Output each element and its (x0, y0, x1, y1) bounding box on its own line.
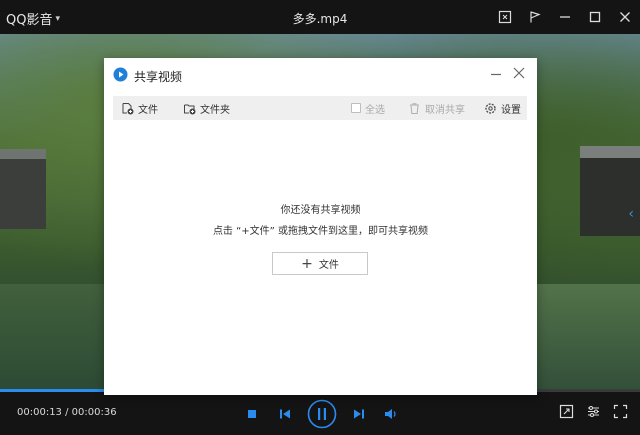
empty-state-hint: 点击 “+文件” 或拖拽文件到这里，即可共享视频 (212, 226, 429, 237)
close-button[interactable] (610, 0, 640, 34)
pin-icon (530, 11, 541, 23)
add-folder-tool-label: 文件夹 (200, 104, 230, 116)
fullscreen-icon (613, 404, 628, 419)
settings-button[interactable]: 设置 (484, 96, 521, 120)
transport-controls (240, 398, 406, 430)
cancel-share-label: 取消共享 (425, 104, 465, 116)
add-file-button[interactable]: + 文件 (272, 252, 368, 275)
video-frame-detail (537, 284, 640, 392)
next-button[interactable] (342, 399, 376, 429)
dialog-title: 共享视频 (134, 70, 183, 84)
sliders-icon (588, 406, 599, 417)
checkbox-icon (351, 103, 361, 113)
dialog-toolbar: 文件 文件夹 全选 取消共享 设置 (113, 96, 527, 120)
maximize-icon (589, 11, 601, 23)
maximize-button[interactable] (580, 0, 610, 34)
gear-icon (485, 102, 496, 114)
pause-icon (307, 399, 337, 429)
minimize-button[interactable] (550, 0, 580, 34)
total-time: 00:00:36 (71, 407, 117, 418)
share-video-dialog: 共享视频 文件 文件夹 全选 取消共享 设置 你还没有共享视频 点击 “+文件”… (104, 58, 537, 395)
window-controls (490, 0, 640, 34)
video-frame-detail (0, 149, 46, 229)
current-time: 00:00:13 (17, 407, 62, 418)
cancel-share-button[interactable]: 取消共享 (408, 96, 465, 120)
dialog-header: 共享视频 (104, 58, 537, 92)
empty-state-title: 你还没有共享视频 (280, 205, 361, 216)
extra-controls (559, 404, 628, 419)
volume-button[interactable] (376, 399, 406, 429)
settings-sliders-button[interactable] (586, 404, 601, 419)
time-display: 00:00:13 / 00:00:36 (17, 407, 117, 418)
add-file-icon (122, 102, 134, 114)
side-panel-arrow-icon[interactable]: ‹ (628, 206, 634, 222)
select-all-label: 全选 (365, 104, 385, 116)
dialog-minimize-icon[interactable] (489, 67, 503, 81)
share-screen-button[interactable] (559, 404, 574, 419)
video-frame-detail (580, 146, 640, 236)
video-frame-detail (0, 284, 104, 392)
share-screen-icon (559, 404, 574, 419)
add-folder-icon (184, 104, 196, 114)
fullscreen-button[interactable] (613, 404, 628, 419)
previous-icon (280, 409, 290, 419)
volume-icon (385, 409, 396, 419)
pause-button[interactable] (306, 398, 338, 430)
add-folder-tool[interactable]: 文件夹 (183, 96, 230, 120)
plus-icon: + (301, 255, 313, 272)
dialog-close-icon[interactable] (512, 66, 526, 80)
screen-cast-icon (498, 10, 512, 24)
playback-controls: 00:00:13 / 00:00:36 (0, 392, 640, 435)
trash-icon (410, 102, 419, 114)
screen-cast-button[interactable] (490, 0, 520, 34)
stop-button[interactable] (240, 399, 264, 429)
time-separator: / (61, 407, 72, 418)
settings-label: 设置 (501, 104, 521, 116)
add-file-tool-label: 文件 (138, 104, 158, 116)
close-icon (620, 12, 630, 22)
title-bar: QQ影音 ▾ 多多.mp4 (0, 0, 640, 34)
previous-button[interactable] (268, 399, 302, 429)
stop-icon (248, 410, 256, 418)
add-file-button-label: 文件 (318, 260, 339, 271)
pin-button[interactable] (520, 0, 550, 34)
minimize-icon (560, 16, 570, 18)
add-file-tool[interactable]: 文件 (121, 96, 158, 120)
qq-player-logo-icon (113, 67, 128, 82)
next-icon (354, 409, 364, 419)
select-all-checkbox[interactable]: 全选 (351, 96, 385, 120)
